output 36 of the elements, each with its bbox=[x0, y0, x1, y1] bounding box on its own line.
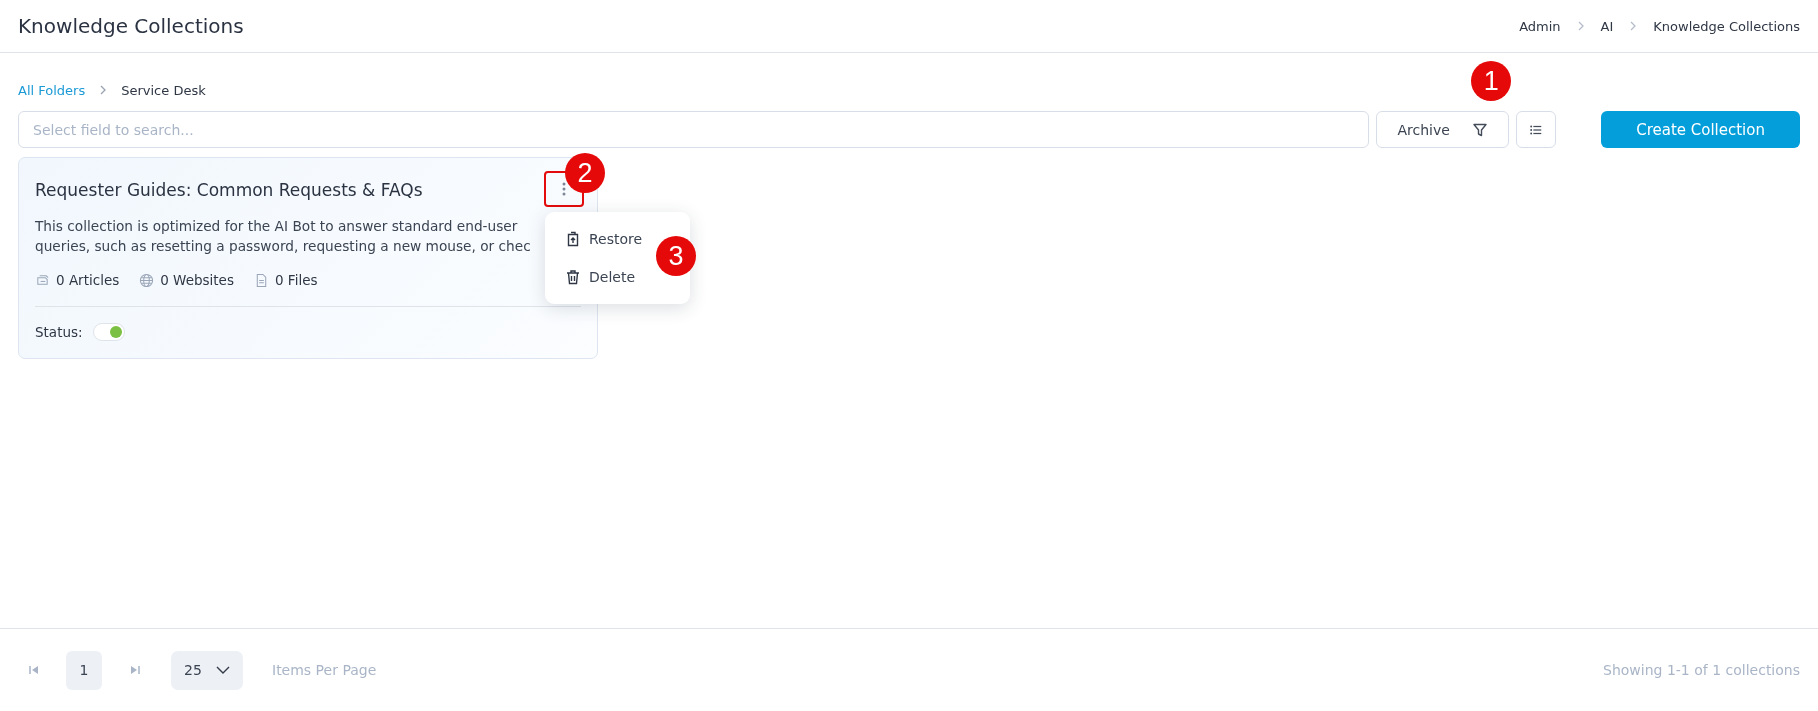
restore-icon bbox=[565, 231, 581, 247]
menu-item[interactable]: Restore bbox=[545, 220, 647, 258]
first-page-icon[interactable] bbox=[28, 664, 40, 676]
page-title: Knowledge Collections bbox=[18, 14, 244, 38]
callout-badge: 1 bbox=[1471, 61, 1512, 101]
stat-count: 0 Files bbox=[274, 272, 318, 288]
menu-icon bbox=[562, 181, 566, 197]
status-label: Status: bbox=[35, 324, 83, 340]
chevron-icon bbox=[1576, 21, 1585, 31]
breadcrumb-link[interactable]: Admin bbox=[1519, 18, 1561, 34]
breadcrumb-link[interactable]: Knowledge Collections bbox=[1653, 18, 1800, 34]
last-page-icon[interactable] bbox=[129, 664, 141, 676]
chevron-icon bbox=[99, 85, 108, 95]
stack-icon bbox=[35, 272, 50, 288]
search-field[interactable]: Select field to search... bbox=[18, 111, 1370, 148]
list-view-button[interactable] bbox=[1516, 111, 1557, 148]
stat-count: 0 Websites bbox=[160, 272, 234, 288]
page-size-dropdown[interactable]: 25 bbox=[171, 650, 243, 690]
filter-icon bbox=[1471, 121, 1488, 138]
callout-badge: 2 bbox=[565, 153, 605, 193]
globe-icon bbox=[139, 272, 155, 288]
status-toggle[interactable] bbox=[92, 323, 125, 341]
chevron-down-icon bbox=[215, 666, 230, 674]
items-per-page-label: Items Per Page bbox=[272, 662, 377, 678]
breadcrumb-link[interactable]: AI bbox=[1600, 18, 1614, 34]
menu-item[interactable]: Delete bbox=[545, 258, 639, 296]
stat-count: 0 Articles bbox=[56, 272, 120, 288]
collection-title: Requester Guides: Common Requests & FAQs bbox=[35, 180, 423, 200]
current-folder[interactable]: Service Desk bbox=[121, 82, 206, 98]
results-summary: Showing 1-1 of 1 collections bbox=[1603, 662, 1800, 678]
trash-icon bbox=[565, 269, 581, 285]
chevron-icon bbox=[1629, 21, 1638, 31]
filter-button[interactable]: Archive bbox=[1376, 111, 1510, 148]
collection-description: This collection is optimized for the AI Bot to answer standard end-user bbox=[35, 217, 518, 236]
collection-description: queries, such as resetting a password, requesting a new mouse, or chec bbox=[35, 237, 531, 256]
page-button[interactable]: 1 bbox=[66, 650, 102, 690]
